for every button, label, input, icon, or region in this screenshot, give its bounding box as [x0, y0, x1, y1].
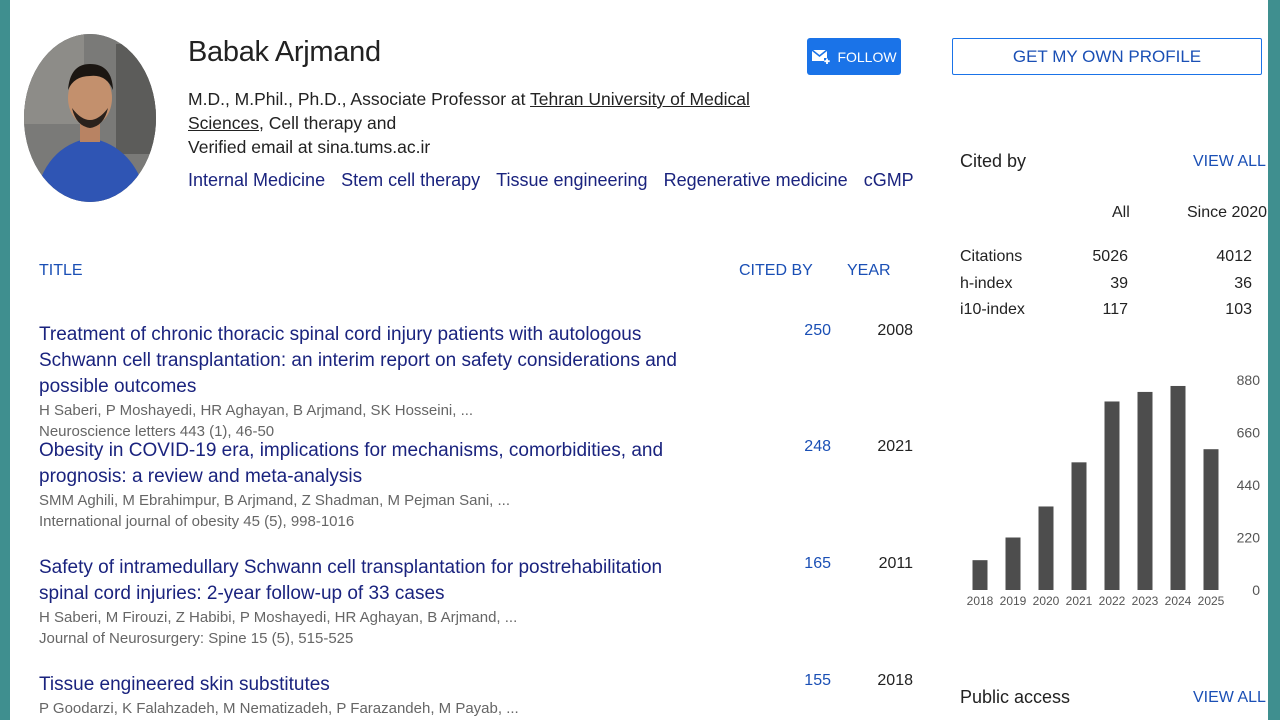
- x-tick-label: 2024: [1165, 594, 1192, 608]
- article-cited-count[interactable]: 165: [779, 555, 831, 573]
- chart-bar[interactable]: [1170, 385, 1186, 590]
- chart-bar[interactable]: [1104, 401, 1120, 590]
- follow-label: FOLLOW: [837, 48, 897, 65]
- stat-all-value: 5026: [1092, 248, 1128, 265]
- chart-bar[interactable]: [1071, 462, 1087, 590]
- x-tick-label: 2020: [1033, 594, 1060, 608]
- article-cited-count[interactable]: 248: [779, 438, 831, 456]
- article-authors: P Goodarzi, K Falahzadeh, M Nematizadeh,…: [39, 700, 519, 717]
- stat-since-value: 103: [1225, 301, 1252, 318]
- chart-bar[interactable]: [1038, 506, 1054, 590]
- get-own-profile-button[interactable]: GET MY OWN PROFILE: [952, 38, 1262, 75]
- article-authors: H Saberi, P Moshayedi, HR Aghayan, B Arj…: [39, 402, 474, 419]
- profile-page: Babak Arjmand M.D., M.Phil., Ph.D., Asso…: [10, 0, 1268, 720]
- y-tick-label: 220: [1237, 530, 1261, 546]
- public-access-heading: Public access: [960, 687, 1071, 707]
- avatar: [24, 34, 156, 202]
- article-title[interactable]: Safety of intramedullary Schwann cell tr…: [39, 555, 699, 607]
- mail-plus-icon: [811, 48, 831, 64]
- x-tick-label: 2021: [1066, 594, 1093, 608]
- stat-label: Citations: [960, 248, 1023, 265]
- all-column-header: All: [1112, 204, 1130, 221]
- cited-by-view-all-link[interactable]: VIEW ALL: [1193, 153, 1266, 171]
- article-year: 2018: [877, 672, 913, 689]
- article-venue: Journal of Neurosurgery: Spine 15 (5), 5…: [39, 630, 354, 647]
- stat-since-value: 4012: [1216, 248, 1252, 265]
- article-venue: International journal of obesity 45 (5),…: [39, 513, 355, 530]
- x-tick-label: 2022: [1099, 594, 1126, 608]
- article-row: Treatment of chronic thoracic spinal cor…: [39, 322, 919, 442]
- interest-link[interactable]: Internal Medicine: [188, 170, 325, 191]
- research-interests: Internal Medicine Stem cell therapy Tiss…: [188, 170, 914, 191]
- citation-stats-table: Citations 5026 4012 h-index 39 36 i10-in…: [960, 248, 1256, 328]
- article-authors: H Saberi, M Firouzi, Z Habibi, P Moshaye…: [39, 609, 518, 626]
- cited-by-heading: Cited by: [960, 151, 1027, 171]
- stats-row: Citations 5026 4012: [960, 248, 1256, 275]
- x-tick-label: 2018: [967, 594, 994, 608]
- interest-link[interactable]: Tissue engineering: [496, 170, 647, 191]
- article-title[interactable]: Treatment of chronic thoracic spinal cor…: [39, 322, 699, 400]
- article-row: Obesity in COVID-19 era, implications fo…: [39, 438, 919, 532]
- article-row: Safety of intramedullary Schwann cell tr…: [39, 555, 919, 649]
- article-title[interactable]: Tissue engineered skin substitutes: [39, 672, 699, 698]
- since-column-header: Since 2020: [1187, 204, 1268, 221]
- stat-all-value: 39: [1110, 274, 1128, 292]
- stat-all-value: 117: [1102, 301, 1128, 318]
- chart-bar[interactable]: [1203, 449, 1219, 590]
- article-cited-count[interactable]: 155: [779, 672, 831, 690]
- y-tick-label: 660: [1237, 425, 1261, 441]
- stats-row: i10-index 117 103: [960, 301, 1256, 328]
- article-year: 2011: [878, 555, 913, 572]
- stats-row: h-index 39 36: [960, 275, 1256, 302]
- y-tick-label: 440: [1237, 477, 1261, 493]
- x-tick-label: 2023: [1132, 594, 1159, 608]
- follow-button[interactable]: FOLLOW: [807, 38, 901, 75]
- verified-email: Verified email at sina.tums.ac.ir: [188, 137, 431, 157]
- profile-photo: [24, 34, 156, 202]
- stat-label: i10-index: [960, 301, 1025, 318]
- affiliation-prefix: M.D., M.Phil., Ph.D., Associate Professo…: [188, 89, 531, 109]
- public-access-view-all-link[interactable]: VIEW ALL: [1193, 689, 1266, 707]
- citations-per-year-chart: 2018 2019 2020 2021 2022 2023 2024 2025 880 660 44…: [967, 372, 1261, 608]
- interest-link[interactable]: Regenerative medicine: [664, 170, 848, 191]
- article-title[interactable]: Obesity in COVID-19 era, implications fo…: [39, 438, 699, 490]
- interest-link[interactable]: Stem cell therapy: [341, 170, 480, 191]
- year-column-header[interactable]: YEAR: [847, 262, 891, 280]
- x-tick-label: 2025: [1198, 594, 1225, 608]
- x-tick-label: 2019: [1000, 594, 1027, 608]
- stat-label: h-index: [960, 274, 1013, 292]
- article-authors: SMM Aghili, M Ebrahimpur, B Arjmand, Z S…: [39, 492, 511, 509]
- chart-bar[interactable]: [1005, 537, 1021, 591]
- cited-by-column-header[interactable]: CITED BY: [739, 262, 813, 280]
- title-column-header[interactable]: TITLE: [39, 262, 83, 280]
- article-year: 2021: [877, 438, 913, 455]
- stat-since-value: 36: [1234, 274, 1252, 292]
- y-tick-label: 880: [1237, 372, 1261, 388]
- chart-bar[interactable]: [972, 560, 988, 590]
- article-cited-count[interactable]: 250: [779, 322, 831, 340]
- interest-link[interactable]: cGMP: [864, 170, 914, 191]
- article-row: Tissue engineered skin substitutes P Goo…: [39, 672, 919, 719]
- profile-name: Babak Arjmand: [188, 36, 381, 68]
- affiliation-suffix: , Cell therapy and: [259, 113, 397, 133]
- article-year: 2008: [877, 322, 913, 339]
- chart-bar[interactable]: [1137, 391, 1153, 590]
- y-tick-label: 0: [1252, 582, 1260, 598]
- affiliation: M.D., M.Phil., Ph.D., Associate Professo…: [188, 87, 808, 135]
